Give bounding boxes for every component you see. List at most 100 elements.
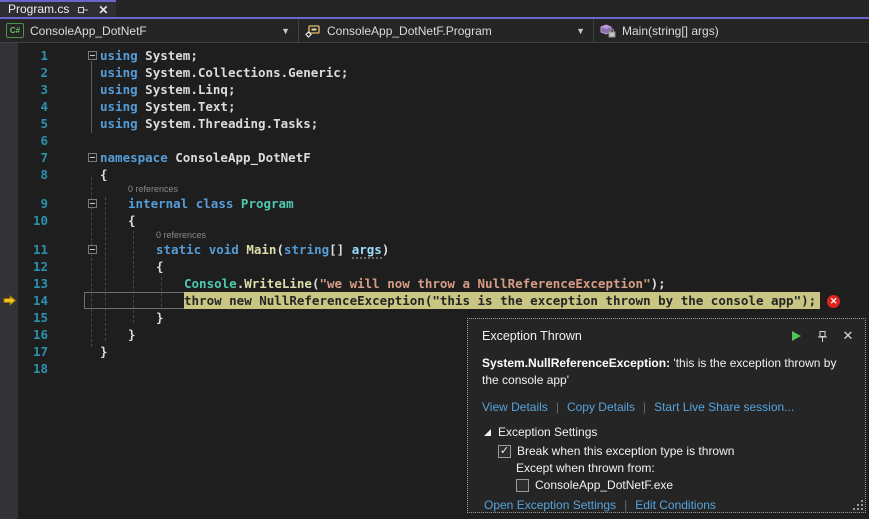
line-number: 18 xyxy=(18,361,48,376)
line-number: 7 xyxy=(18,150,48,165)
fold-collapse-box[interactable] xyxy=(88,51,97,60)
type-dropdown[interactable]: ConsoleApp_DotNetF.Program ▼ xyxy=(299,19,594,42)
current-statement-arrow-icon xyxy=(0,292,18,309)
line-number: 13 xyxy=(18,276,48,291)
module-checkbox[interactable] xyxy=(516,479,529,492)
fold-collapse-box[interactable] xyxy=(88,245,97,254)
exception-type: System.NullReferenceException: xyxy=(482,356,670,370)
code-line[interactable]: 11 static void Main(string[] args) xyxy=(0,241,869,258)
code-text: { xyxy=(100,213,869,228)
glyph-cell xyxy=(0,132,18,149)
pin-icon[interactable] xyxy=(815,329,829,343)
line-number: 11 xyxy=(18,242,48,257)
close-icon[interactable]: ✕ xyxy=(97,4,109,16)
fold-margin-cell xyxy=(84,51,100,60)
code-text: using System.Threading.Tasks; xyxy=(100,116,869,131)
document-tab-bar: Program.cs ✕ xyxy=(0,0,869,19)
type-name: ConsoleApp_DotNetF.Program xyxy=(327,24,492,38)
line-number: 4 xyxy=(18,99,48,114)
line-number: 10 xyxy=(18,213,48,228)
glyph-cell xyxy=(0,81,18,98)
view-details-link[interactable]: View Details xyxy=(482,400,548,414)
line-number: 9 xyxy=(18,196,48,211)
member-dropdown[interactable]: Main(string[] args) xyxy=(594,19,869,42)
code-line[interactable]: 6 xyxy=(0,132,869,149)
glyph-cell xyxy=(0,47,18,64)
navigation-bar: C# ConsoleApp_DotNetF ▼ ConsoleApp_DotNe… xyxy=(0,19,869,43)
fold-collapse-box[interactable] xyxy=(88,199,97,208)
glyph-cell xyxy=(0,212,18,229)
project-dropdown[interactable]: C# ConsoleApp_DotNetF ▼ xyxy=(0,19,299,42)
line-number: 12 xyxy=(18,259,48,274)
exception-settings-label: Exception Settings xyxy=(498,425,597,439)
glyph-cell xyxy=(0,64,18,81)
break-label: Break when this exception type is thrown xyxy=(517,444,734,458)
glyph-cell xyxy=(0,195,18,212)
code-text: using System.Collections.Generic; xyxy=(100,65,869,80)
line-number: 16 xyxy=(18,327,48,342)
code-text: static void Main(string[] args) xyxy=(100,242,869,257)
fold-collapse-box[interactable] xyxy=(88,153,97,162)
fold-margin-cell xyxy=(84,245,100,254)
code-line[interactable]: 13 Console.WriteLine("we will now throw a… xyxy=(0,275,869,292)
collapse-triangle-icon xyxy=(482,427,492,437)
except-when-label: Except when thrown from: xyxy=(516,461,655,475)
code-text: using System; xyxy=(100,48,869,63)
continue-play-icon[interactable] xyxy=(789,329,803,343)
glyph-cell xyxy=(0,115,18,132)
pin-icon[interactable] xyxy=(77,4,89,16)
live-share-link[interactable]: Start Live Share session... xyxy=(654,400,794,414)
line-number: 14 xyxy=(18,293,48,308)
edit-conditions-link[interactable]: Edit Conditions xyxy=(635,498,716,512)
code-text: Console.WriteLine("we will now throw a N… xyxy=(100,276,869,291)
line-number: 1 xyxy=(18,48,48,63)
code-text: throw new NullReferenceException("this i… xyxy=(100,293,869,308)
line-number: 2 xyxy=(18,65,48,80)
code-line[interactable]: 1 using System; xyxy=(0,47,869,64)
member-name: Main(string[] args) xyxy=(622,24,719,38)
glyph-cell xyxy=(0,166,18,183)
code-text: { xyxy=(100,259,869,274)
code-line[interactable]: 4 using System.Text; xyxy=(0,98,869,115)
resize-grip[interactable] xyxy=(851,498,863,510)
glyph-cell xyxy=(0,275,18,292)
code-line[interactable]: 12 { xyxy=(0,258,869,275)
project-name: ConsoleApp_DotNetF xyxy=(30,24,147,38)
codelens-row: 0 references xyxy=(0,183,869,195)
code-text: internal class Program xyxy=(100,196,869,211)
glyph-cell xyxy=(0,258,18,275)
code-line[interactable]: 2 using System.Collections.Generic; xyxy=(0,64,869,81)
line-number: 5 xyxy=(18,116,48,131)
code-text: using System.Linq; xyxy=(100,82,869,97)
code-line[interactable]: 3using System.Linq; xyxy=(0,81,869,98)
glyph-cell xyxy=(0,309,18,326)
line-number: 17 xyxy=(18,344,48,359)
code-line[interactable]: 10 { xyxy=(0,212,869,229)
exception-message: System.NullReferenceException: 'this is … xyxy=(482,355,854,389)
code-line[interactable]: 9 internal class Program xyxy=(0,195,869,212)
exception-settings-expander[interactable]: Exception Settings xyxy=(482,425,855,439)
code-text: using System.Text; xyxy=(100,99,869,114)
code-line[interactable]: 7 namespace ConsoleApp_DotNetF xyxy=(0,149,869,166)
chevron-down-icon: ▼ xyxy=(576,26,585,36)
exception-icon[interactable]: ✕ xyxy=(827,295,840,308)
copy-details-link[interactable]: Copy Details xyxy=(567,400,635,414)
code-text: namespace ConsoleApp_DotNetF xyxy=(100,150,869,165)
code-line[interactable]: 8{ xyxy=(0,166,869,183)
fold-margin-cell xyxy=(84,153,100,162)
private-method-icon xyxy=(600,24,616,38)
glyph-cell xyxy=(0,360,18,377)
glyph-cell xyxy=(0,98,18,115)
codelens-references[interactable]: 0 references xyxy=(128,184,178,194)
tab-program-cs[interactable]: Program.cs ✕ xyxy=(0,0,116,17)
code-line[interactable]: 5 using System.Threading.Tasks; xyxy=(0,115,869,132)
line-number: 15 xyxy=(18,310,48,325)
code-line[interactable]: 14 throw new NullReferenceException("this… xyxy=(0,292,869,309)
break-checkbox[interactable]: ✓ xyxy=(498,445,511,458)
codelens-references[interactable]: 0 references xyxy=(156,230,206,240)
tab-title: Program.cs xyxy=(8,2,69,17)
code-text: { xyxy=(100,167,869,182)
close-icon[interactable]: ✕ xyxy=(841,329,855,343)
open-exception-settings-link[interactable]: Open Exception Settings xyxy=(484,498,616,512)
line-number: 6 xyxy=(18,133,48,148)
